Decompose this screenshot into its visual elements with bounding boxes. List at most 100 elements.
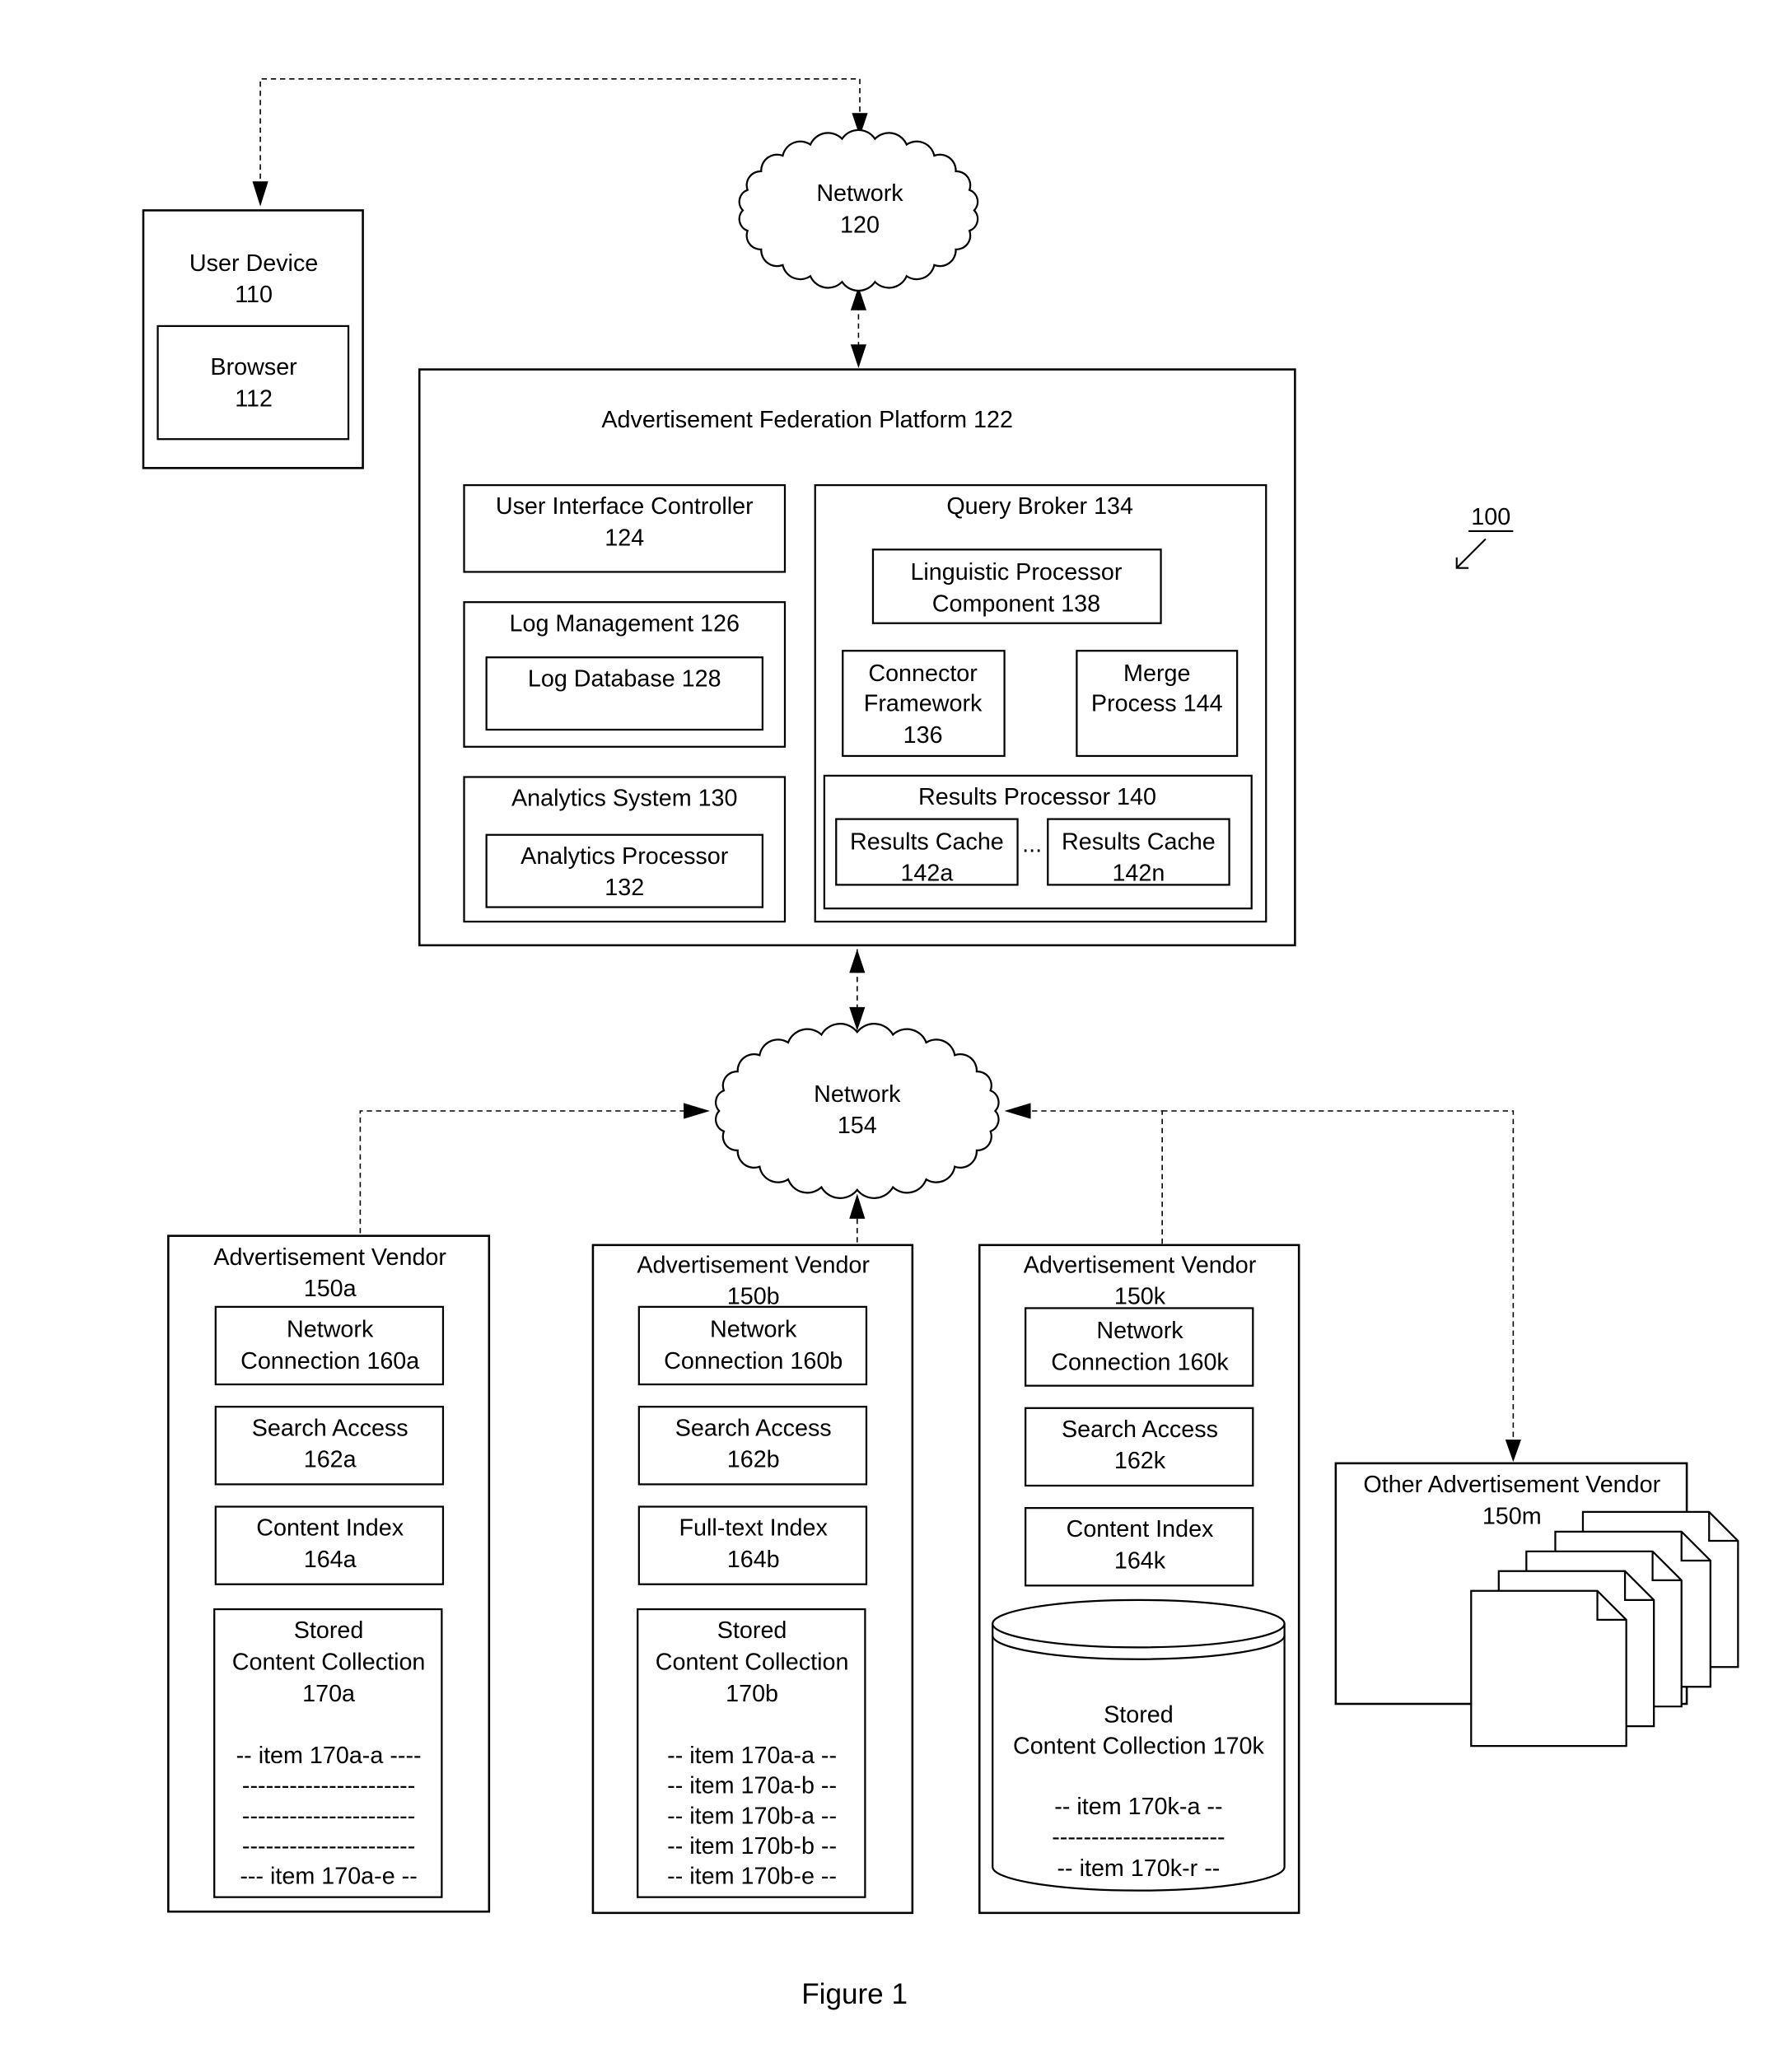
platform-title: Advertisement Federation Platform 122: [601, 407, 1013, 433]
results-cache-a-number: 142a: [900, 861, 953, 887]
scc-a-line2: Content Collection: [232, 1649, 426, 1675]
log-management-title: Log Management 126: [510, 610, 740, 637]
figure-label: Figure 1: [801, 1978, 908, 2010]
vendor-a-title: Advertisement Vendor: [213, 1244, 446, 1271]
linguistic-number: Component 138: [932, 590, 1100, 617]
ellipsis: ...: [1022, 831, 1042, 857]
network-154-cloud: Network 154: [714, 1023, 1000, 1199]
user-interface-controller-124: User Interface Controller 124: [463, 483, 787, 573]
user-device-number: 110: [235, 282, 273, 308]
fti-b-label: Full-text Index: [679, 1515, 829, 1542]
vendor-a-number: 150a: [304, 1276, 357, 1302]
linguistic-processor-component-138: Linguistic Processor Component 138: [871, 548, 1162, 624]
ci-a-number: 164a: [304, 1547, 357, 1573]
query-broker-title: Query Broker 134: [946, 493, 1133, 520]
cloud-icon: [714, 1023, 1000, 1199]
results-cache-n-label: Results Cache: [1062, 828, 1216, 855]
other-advertisement-vendor-150m: Other Advertisement Vendor 150m: [1334, 1462, 1739, 1748]
arrowhead-down-icon: [850, 344, 866, 369]
nc-a-number: Connection 160a: [240, 1348, 419, 1374]
arrowhead-down-icon: [1505, 1440, 1521, 1463]
connector-vendor-150k-network-154: [1017, 1110, 1163, 1244]
network-120-title: Network: [816, 180, 903, 207]
user-device-110: User Device 110 Browser 112: [142, 209, 364, 469]
browser-title: Browser: [210, 354, 297, 380]
arrowhead-down-icon: [252, 181, 268, 207]
list-item: -- item 170a-a ----: [236, 1743, 422, 1769]
list-item: -- item 170b-b --: [667, 1833, 837, 1860]
list-item: -- item 170a-a --: [667, 1743, 837, 1769]
scc-b-line3: 170b: [726, 1681, 778, 1707]
cloud-icon: [738, 128, 979, 292]
network-120-number: 120: [840, 212, 880, 239]
reference-number: 100: [1471, 504, 1510, 530]
query-broker-134: Query Broker 134 Linguistic Processor Co…: [814, 483, 1267, 923]
results-processor-140: Results Processor 140 Results Cache 142a…: [823, 774, 1253, 910]
nc-k-label: Network: [1096, 1318, 1183, 1344]
nc-b-label: Network: [710, 1317, 797, 1343]
user-device-title: User Device: [189, 250, 318, 277]
other-vendor-title: Other Advertisement Vendor: [1363, 1472, 1660, 1498]
arrowhead-left-icon: [1004, 1103, 1031, 1119]
scc-k-line1: Stored: [1104, 1701, 1174, 1728]
results-cache-n-number: 142n: [1112, 861, 1165, 887]
advertisement-vendor-150b: Advertisement Vendor 150b Network Connec…: [591, 1244, 914, 1915]
sa-k-label: Search Access: [1062, 1416, 1218, 1443]
sa-b-number: 162b: [727, 1447, 780, 1473]
analytics-processor-number: 132: [605, 875, 644, 901]
merge-process-144: Merge Process 144: [1076, 650, 1239, 758]
list-item: --- item 170a-e --: [240, 1864, 417, 1890]
list-item: -- item 170k-a --: [1054, 1794, 1222, 1820]
advertisement-vendor-150k: Advertisement Vendor 150k Network Connec…: [978, 1244, 1300, 1915]
arrowhead-up-icon: [849, 1193, 866, 1219]
nc-k-number: Connection 160k: [1051, 1349, 1229, 1375]
browser-112: Browser 112: [156, 324, 350, 441]
ui-controller-label: User Interface Controller: [496, 493, 754, 520]
list-item: -- item 170a-b --: [667, 1773, 837, 1799]
other-vendor-number: 150m: [1482, 1503, 1542, 1529]
connector-vendor-150a-network-154: [359, 1110, 698, 1234]
list-item: ----------------------: [242, 1773, 415, 1799]
scc-b-line1: Stored: [717, 1617, 787, 1644]
network-154-title: Network: [814, 1081, 901, 1108]
vendor-k-title: Advertisement Vendor: [1024, 1252, 1257, 1278]
ci-a-label: Content Index: [256, 1515, 404, 1542]
log-database-label: Log Database 128: [528, 665, 721, 692]
connector-framework-136: Connector Framework 136: [842, 650, 1006, 758]
advertisement-federation-platform-122: Advertisement Federation Platform 122 Us…: [418, 368, 1296, 947]
merge-label: Merge: [1123, 660, 1190, 687]
reference-100: 100: [1455, 504, 1514, 569]
connector-label-2: Framework: [864, 691, 983, 717]
sa-k-number: 162k: [1114, 1448, 1166, 1474]
scc-a-line1: Stored: [294, 1617, 364, 1644]
network-154-number: 154: [838, 1113, 877, 1139]
nc-b-number: Connection 160b: [664, 1348, 843, 1374]
nc-a-label: Network: [287, 1317, 374, 1343]
arrowhead-up-icon: [849, 949, 866, 973]
results-processor-title: Results Processor 140: [918, 784, 1156, 810]
sa-b-label: Search Access: [675, 1415, 832, 1441]
reference-arrow-icon: [1455, 538, 1487, 569]
vendor-b-title: Advertisement Vendor: [637, 1252, 870, 1278]
log-management-126: Log Management 126 Log Database 128: [463, 601, 787, 748]
arrowhead-right-icon: [684, 1103, 711, 1119]
ci-k-label: Content Index: [1067, 1516, 1214, 1542]
list-item: -- item 170b-e --: [667, 1864, 837, 1890]
sa-a-label: Search Access: [252, 1415, 408, 1441]
vendor-k-number: 150k: [1114, 1284, 1166, 1310]
linguistic-label: Linguistic Processor: [910, 559, 1122, 586]
stored-content-collection-170k-cylinder: Stored Content Collection 170k -- item 1…: [992, 1598, 1286, 1892]
results-cache-142a: Results Cache 142a: [835, 818, 1019, 887]
connector-number: 136: [903, 722, 943, 749]
scc-a-line3: 170a: [302, 1681, 355, 1707]
scc-k-line2: Content Collection 170k: [1013, 1734, 1265, 1760]
fti-b-number: 164b: [727, 1547, 780, 1573]
analytics-system-130: Analytics System 130 Analytics Processor…: [463, 776, 787, 923]
list-item: ----------------------: [1052, 1824, 1225, 1850]
connector-label-1: Connector: [868, 660, 978, 687]
scc-b-line2: Content Collection: [656, 1649, 849, 1675]
analytics-system-title: Analytics System 130: [511, 786, 738, 812]
list-item: -- item 170k-r --: [1057, 1855, 1220, 1882]
list-item: -- item 170b-a --: [667, 1803, 837, 1829]
list-item: ----------------------: [242, 1833, 415, 1860]
